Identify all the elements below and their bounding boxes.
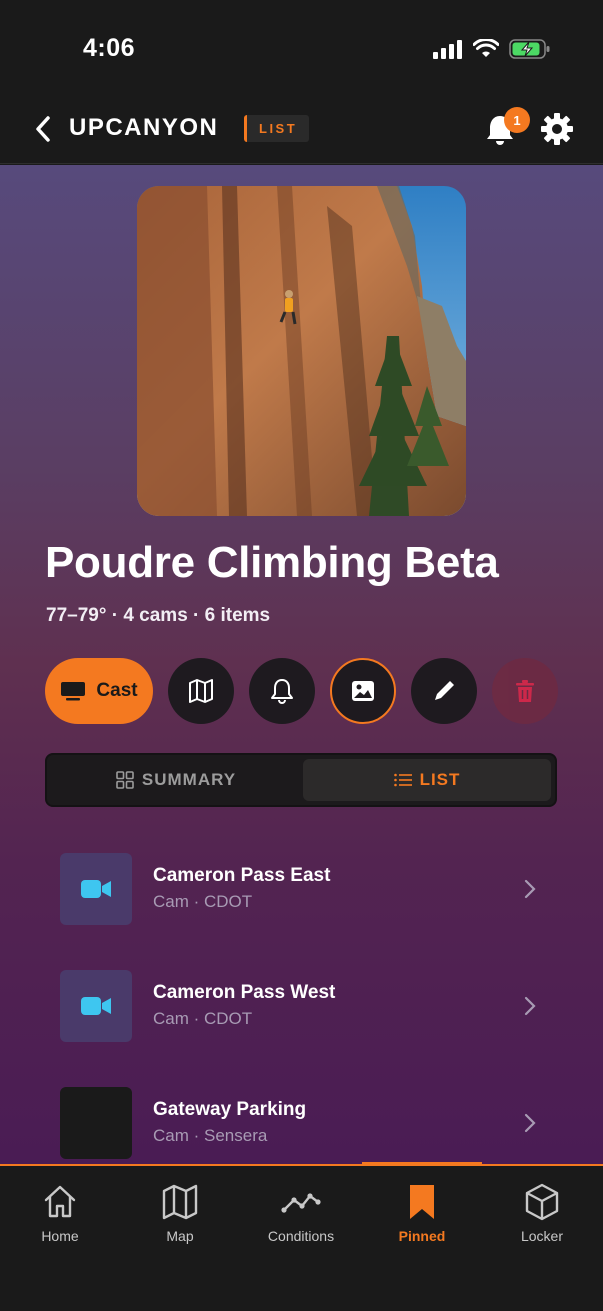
hero-image [137,186,466,516]
photo-button[interactable] [330,658,396,724]
list-icon [393,773,412,787]
item-title: Cameron Pass West [153,982,336,1003]
notification-count-badge: 1 [504,107,530,133]
grid-icon [116,771,134,789]
tab-pinned-label: Pinned [398,1228,446,1244]
trash-icon [516,680,534,702]
tab-list-label: LIST [419,770,461,789]
tab-conditions-label: Conditions [267,1228,335,1244]
battery-icon [509,39,550,59]
tab-home[interactable]: Home [0,1182,120,1252]
tv-icon [61,682,86,701]
mode-badge: LIST [244,115,310,142]
back-button[interactable] [30,114,56,144]
home-icon [44,1185,76,1218]
item-title: Gateway Parking [153,1099,307,1120]
tab-pinned[interactable]: Pinned [362,1182,482,1252]
map-icon [189,679,213,703]
item-subtitle: Cam · CDOT [153,892,253,911]
chart-icon [281,1193,321,1213]
chevron-right-icon [524,879,536,899]
status-icons [433,38,551,60]
tab-summary-label: SUMMARY [141,770,237,789]
map-icon [162,1184,198,1220]
alerts-button[interactable] [249,658,315,724]
list-item[interactable]: Cameron Pass West Cam · CDOT [60,970,560,1042]
edit-button[interactable] [411,658,477,724]
item-thumbnail [60,970,132,1042]
tab-bar: Home Map Conditions Pinned Locker [0,1162,603,1311]
active-tab-indicator [362,1162,482,1166]
gear-icon [541,113,573,145]
delete-button[interactable] [492,658,558,724]
video-icon [81,880,111,898]
item-subtitle: Cam · CDOT [153,1009,253,1028]
climbing-photo [137,186,466,516]
action-bar: Cast [45,658,565,724]
list-title: Poudre Climbing Beta [45,538,499,587]
item-thumbnail [60,1087,132,1159]
tab-locker-label: Locker [520,1228,564,1244]
status-time: 4:06 [83,34,136,62]
chevron-left-icon [36,116,50,142]
list-item[interactable]: Cameron Pass East Cam · CDOT [60,853,560,925]
tab-locker[interactable]: Locker [482,1182,602,1252]
tab-conditions[interactable]: Conditions [241,1182,361,1252]
bookmark-icon [410,1185,434,1219]
app-title: UPCANYON [69,114,219,141]
list-meta: 77–79° · 4 cams · 6 items [46,605,271,626]
tab-list[interactable]: LIST [303,759,551,801]
item-thumbnail [60,853,132,925]
tab-summary[interactable]: SUMMARY [51,759,301,801]
tab-map[interactable]: Map [120,1182,240,1252]
tab-map-label: Map [166,1228,194,1244]
tab-home-label: Home [41,1228,79,1244]
wifi-icon [473,39,499,57]
pencil-icon [435,681,454,700]
cast-label: Cast [96,680,138,701]
status-bar: 4:06 [0,0,603,96]
cast-button[interactable]: Cast [45,658,153,724]
signal-icon [433,40,462,59]
list-detail: Poudre Climbing Beta 77–79° · 4 cams · 6… [0,165,603,1164]
chevron-right-icon [524,1113,536,1133]
box-icon [525,1183,559,1221]
image-icon [352,681,374,701]
item-subtitle: Cam · Sensera [153,1126,268,1145]
item-title: Cameron Pass East [153,865,331,886]
view-toggle: SUMMARY LIST [45,753,557,807]
video-icon [81,997,111,1015]
list-item[interactable]: Gateway Parking Cam · Sensera [60,1087,560,1159]
chevron-right-icon [524,996,536,1016]
settings-button[interactable] [539,111,575,147]
map-view-button[interactable] [168,658,234,724]
bell-icon [271,679,293,704]
